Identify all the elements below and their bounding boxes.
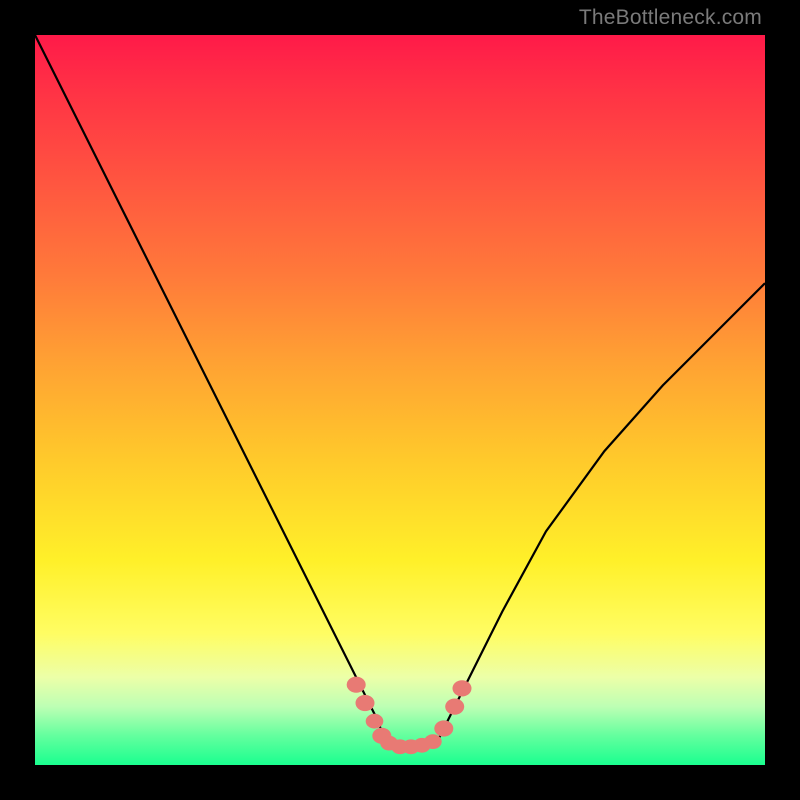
chart-frame: TheBottleneck.com	[0, 0, 800, 800]
valley-marker	[434, 720, 453, 736]
plot-area	[35, 35, 765, 765]
valley-marker	[366, 714, 384, 729]
chart-svg	[35, 35, 765, 765]
valley-marker	[445, 699, 464, 715]
valley-marker	[424, 734, 442, 749]
left-curve	[35, 35, 385, 743]
right-curve	[437, 283, 766, 743]
watermark-text: TheBottleneck.com	[579, 6, 762, 30]
valley-marker	[453, 680, 472, 696]
valley-marker	[347, 677, 366, 693]
valley-marker	[356, 695, 375, 711]
valley-markers	[347, 677, 472, 755]
